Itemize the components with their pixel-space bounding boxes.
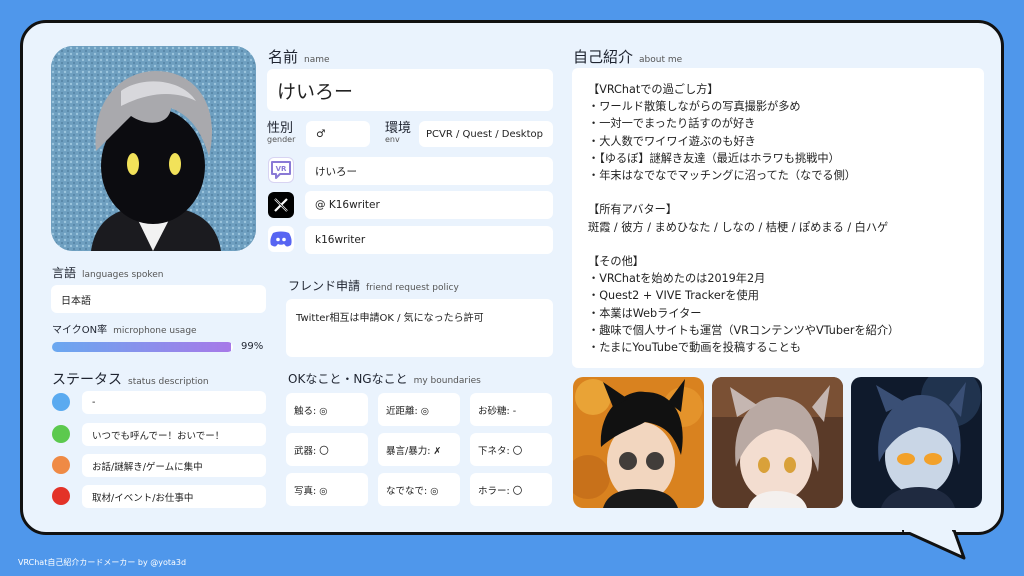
status-text-0: - [82,391,266,414]
status-dot-3 [52,487,70,505]
boundary-horror: ホラー: 〇 [470,473,552,506]
status-dot-2 [52,456,70,474]
svg-text:VR: VR [276,165,287,173]
friend-request-field: Twitter相互は申請OK / 気になったら許可 [286,299,553,357]
status-dot-1 [52,425,70,443]
languages-label: 言語 languages spoken [52,266,164,280]
about-line: ・Quest2 + VIVE Trackerを使用 [588,289,759,303]
gender-label: 性別 gender [267,121,296,144]
name-label: 名前 name [268,48,330,66]
about-line [588,184,968,201]
discord-icon [268,226,294,252]
boundary-weapons: 武器: 〇 [286,433,368,466]
about-line: 【VRChatでの過ごし方】 [588,83,719,96]
avatar-photo-3 [851,377,982,508]
about-line: ・ワールド散策しながらの写真撮影が多め [588,100,801,114]
boundary-sugar: お砂糖: - [470,393,552,426]
about-line: 斑霞 / 彼方 / まめひなた / しなの / 桔梗 / ぽめまる / 白ハゲ [588,220,889,234]
mic-label: マイクON率 microphone usage [52,325,197,336]
about-line [588,236,968,253]
x-handle-field: @ K16writer [305,191,553,219]
about-text: 【VRChatでの過ごし方】 ・ワールド散策しながらの写真撮影が多め ・一対一で… [572,68,984,368]
boundary-headpats: なでなで: ◎ [378,473,460,506]
friend-request-label: フレンド申請 friend request policy [288,279,459,293]
avatar-image [51,46,256,251]
mic-percent: 99% [241,341,264,352]
vrchat-name-field: けいろー [305,157,553,185]
boundaries-label: OKなこと・NGなこと my boundaries [288,372,481,386]
about-line: ・年末はなでなでマッチングに沼ってた（なでる側） [588,169,856,183]
about-line: ・たまにYouTubeで動画を投稿することも [588,341,801,355]
about-line: ・一対一でまったり話すのが好き [588,117,756,131]
languages-field: 日本語 [51,285,266,313]
mic-usage-bar [52,342,233,352]
boundary-dirty-jokes: 下ネタ: 〇 [470,433,552,466]
boundary-abuse: 暴言/暴力: ✗ [378,433,460,466]
discord-name-field: k16writer [305,226,553,254]
status-text-1: いつでも呼んでー！おいでー！ [82,423,266,446]
footer-credit: VRChat自己紹介カードメーカー by @yota3d [18,558,187,567]
env-label: 環境 env [385,121,412,144]
about-label: 自己紹介 about me [573,48,683,66]
env-field: PCVR / Quest / Desktop [419,121,553,147]
avatar-photo-1 [573,377,704,508]
about-line: ・趣味で個人サイトも運営（VRコンテンツやVTuberを紹介） [588,323,900,337]
about-line: ・大人数でワイワイ遊ぶのも好き [588,134,756,148]
avatar-photo-2 [712,377,843,508]
about-line: ・【ゆるぼ】謎解き友達（最近はホラワも挑戦中） [588,151,840,165]
boundary-photos: 写真: ◎ [286,473,368,506]
about-line: 【その他】 [588,255,644,268]
boundary-close-distance: 近距離: ◎ [378,393,460,426]
about-line: 【所有アバター】 [588,203,678,217]
about-line: ・VRChatを始めたのは2019年2月 [588,272,766,286]
name-field: けいろー [267,69,553,111]
mic-usage-fill [52,342,232,352]
status-text-3: 取材/イベント/お仕事中 [82,485,266,508]
status-dot-0 [52,393,70,411]
x-icon [268,192,294,218]
status-label: ステータス status description [52,372,209,388]
about-line: ・本業はWebライター [588,306,702,320]
status-text-2: お話/謎解き/ゲームに集中 [82,454,266,477]
vrchat-icon: VR [268,157,294,183]
boundary-touch: 触る: ◎ [286,393,368,426]
gender-field: ♂ [306,121,370,147]
